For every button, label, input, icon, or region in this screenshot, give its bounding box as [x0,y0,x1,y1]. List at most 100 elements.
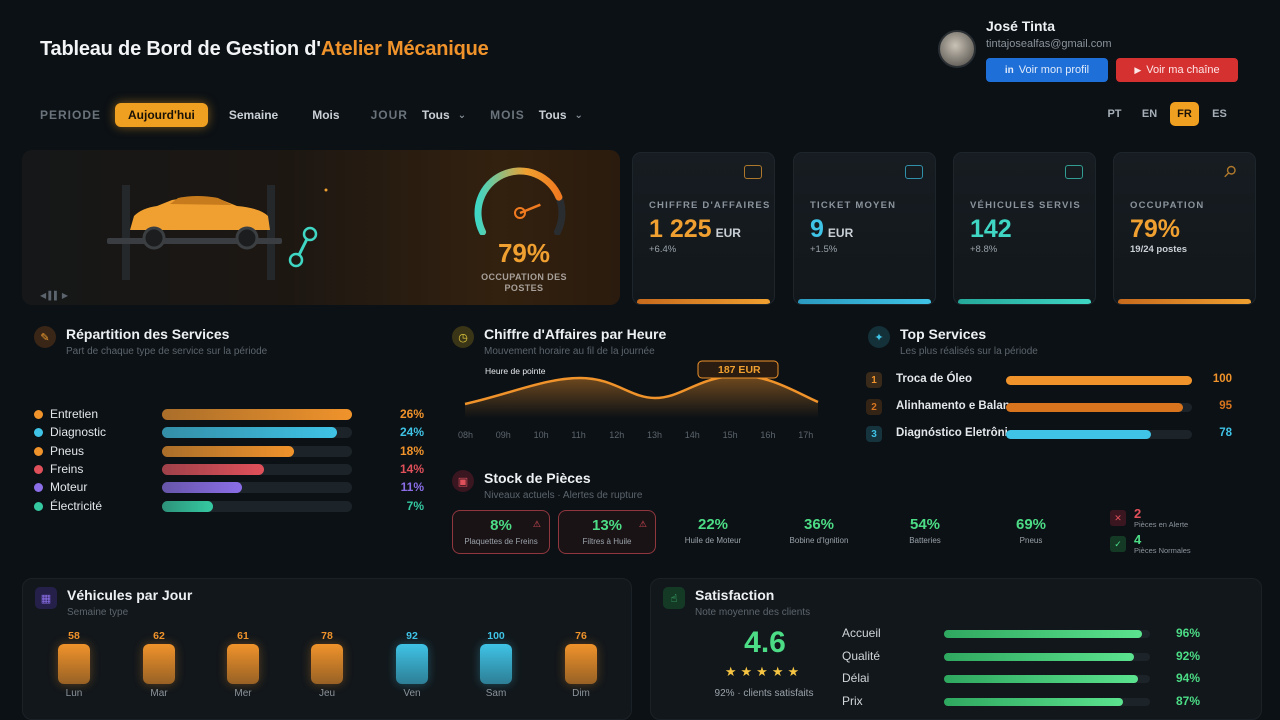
page-title: Tableau de Bord de Gestion d'Atelier Méc… [40,38,489,61]
lang-fr-button[interactable]: FR [1170,102,1199,126]
youtube-icon: ▶ [1134,64,1142,75]
kpi-number: 79% [1130,215,1181,243]
hour-tick: 13h [647,430,663,440]
hour-tick: 11h [571,430,586,440]
top-services-subtitle: Les plus réalisés sur la période [900,346,1038,357]
stock-item[interactable]: 36% Bobine d'Ignition [770,510,868,554]
top-services-title: Top Services [900,326,987,342]
service-name: Moteur [50,480,88,495]
alert-text: Pièces en Alerte [1134,520,1189,529]
cash-icon [744,165,762,179]
hour-tick: 16h [760,430,776,440]
month-select-value: Tous [538,108,567,122]
day-column[interactable]: 100 Sam [476,630,516,699]
day-column[interactable]: 78 Jeu [307,630,347,699]
satisfaction-bar [944,652,1134,661]
day-bar [227,644,259,684]
kpi-card-avg-ticket[interactable]: TICKET MOYEN 9 EUR +1.5% [793,152,936,305]
lang-en-button[interactable]: EN [1135,102,1164,126]
day-column[interactable]: 92 Ven [392,630,432,699]
rank-badge: 2 [866,399,882,415]
day-label: Lun [65,688,83,699]
user-email: tintajosealfas@gmail.com [986,38,1112,50]
top-service-name: Alinhamento e Balan [896,400,1010,412]
stock-item[interactable]: 54% Batteries [876,510,974,554]
stock-item[interactable]: 69% Pneus [982,510,1080,554]
service-row[interactable]: Moteur 11% [34,479,424,495]
stock-item[interactable]: 8% Plaquettes de Freins ⚠ [452,510,550,554]
top-service-row[interactable]: 2 Alinhamento e Balan 95 [866,399,1246,415]
kpi-card-occupancy[interactable]: ⚲ OCCUPATION 79% 19/24 postes [1113,152,1256,305]
warning-icon: ⚠ [638,519,647,529]
top-service-row[interactable]: 3 Diagnóstico Eletrôni 78 [866,426,1246,442]
peak-label: Heure de pointe [485,366,546,376]
day-select[interactable]: Tous ⌄ [422,108,466,122]
period-label: PERIODE [40,108,102,122]
day-value: 61 [237,630,249,642]
day-column[interactable]: 61 Mer [223,630,263,699]
satisfaction-row: Accueil 96% [842,626,1212,642]
service-dot [34,464,43,474]
service-row[interactable]: Électricité 7% [34,498,424,514]
day-label: Dim [572,688,590,699]
youtube-label: Voir ma chaîne [1146,64,1220,76]
linkedin-button[interactable]: in Voir mon profil [986,58,1108,82]
stock-alerts: ✕ 2 Pièces en Alerte ✓ 4 Pièces Normales [1110,506,1250,556]
day-column[interactable]: 76 Dim [561,630,601,699]
service-row[interactable]: Freins 14% [34,461,424,477]
kpi-number: 9 [810,215,824,243]
service-track [162,445,352,457]
language-switcher: PT EN FR ES [1100,102,1234,126]
day-column[interactable]: 62 Mar [139,630,179,699]
gauge-fill-arc [474,167,563,235]
satisfaction-percent: 92% [1175,648,1200,663]
day-label: JOUR [370,108,408,122]
day-column[interactable]: 58 Lun [54,630,94,699]
satisfaction-track [944,652,1150,661]
occupancy-caption-line1: OCCUPATION DES [481,272,567,282]
period-today-chip[interactable]: Aujourd'hui [115,103,208,127]
stock-value: 54% [909,516,941,533]
service-dot [34,501,43,511]
kpi-card-vehicles[interactable]: VÉHICULES SERVIS 142 +8.8% [953,152,1096,305]
kpi-accent-bar [798,299,931,304]
hour-tick: 14h [684,430,700,440]
day-bar [311,644,343,684]
hour-tick: 09h [495,430,511,440]
satisfaction-track [944,675,1150,683]
satisfaction-row: Qualité 92% [842,649,1212,665]
day-bar [396,644,428,684]
service-row[interactable]: Entretien 26% [34,406,424,422]
youtube-button[interactable]: ▶ Voir ma chaîne [1116,58,1238,82]
lang-pt-button[interactable]: PT [1100,102,1129,126]
service-name: Freins [50,461,84,476]
day-value: 58 [68,630,80,642]
service-bar [162,409,352,420]
stock-item[interactable]: 13% Filtres à Huile ⚠ [558,510,656,554]
stock-item[interactable]: 22% Huile de Moteur [664,510,762,554]
alert-count-normal[interactable]: ✓ 4 Pièces Normales [1110,532,1250,555]
day-bar [143,644,175,684]
top-service-row[interactable]: 1 Troca de Óleo 100 [866,372,1246,388]
alert-text: Pièces Normales [1134,546,1191,555]
user-name: José Tinta [986,18,1055,34]
satisfaction-name: Qualité [842,648,881,663]
rank-badge: 3 [866,426,882,442]
alert-count-critical[interactable]: ✕ 2 Pièces en Alerte [1110,506,1250,529]
satisfaction-row: Délai 94% [842,671,1212,687]
period-week-chip[interactable]: Semaine [216,103,291,127]
hour-tick: 08h [458,430,474,440]
service-percent: 26% [399,407,424,421]
warning-icon: ⚠ [532,519,541,529]
service-row[interactable]: Pneus 18% [34,443,424,459]
kpi-card-revenue[interactable]: CHIFFRE D'AFFAIRES 1 225 EUR +6.4% [632,152,775,305]
top-service-track [1006,403,1192,412]
lang-es-button[interactable]: ES [1205,102,1234,126]
top-service-name: Troca de Óleo [896,373,973,385]
satisfaction-score: 4.6 [744,626,786,659]
period-month-chip[interactable]: Mois [299,103,352,127]
month-select[interactable]: Tous ⌄ [539,108,583,122]
kpi-accent-bar [637,299,770,304]
service-row[interactable]: Diagnostic 24% [34,424,424,440]
stock-value: 36% [803,516,835,533]
